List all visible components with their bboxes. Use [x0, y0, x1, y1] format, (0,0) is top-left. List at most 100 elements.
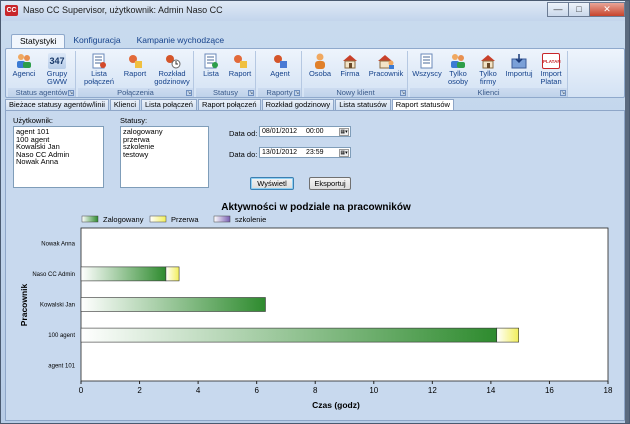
lista-statusow-label: Lista [203, 69, 219, 78]
platan-icon: PLATAN [542, 53, 561, 69]
tylko-osoby-label: Tylko osoby [447, 69, 468, 86]
raport-polaczen-button[interactable]: Raport [120, 53, 150, 78]
doc-tab-lista-polaczen[interactable]: Lista połączeń [140, 99, 197, 110]
doc-tab-raport-polaczen[interactable]: Raport połączeń [197, 99, 261, 110]
launcher-icon[interactable]: ↘ [248, 90, 254, 96]
x-tick-label: 16 [545, 386, 554, 395]
window-title: Naso CC Supervisor, użytkownik: Admin Na… [23, 5, 223, 15]
list-icon [92, 53, 106, 69]
x-tick-label: 2 [137, 386, 142, 395]
report-icon [234, 55, 247, 68]
doc-tab-biezace-statusy[interactable]: Bieżace statusy agentów/linii [5, 99, 109, 110]
raport-polaczen-label: Raport [123, 69, 147, 78]
y-tick-label: Nowak Anna [41, 241, 75, 247]
import-platan-label: Import Platan [540, 69, 562, 86]
minimize-button[interactable]: — [547, 2, 569, 17]
doc-tab-lista-statusow[interactable]: Lista statusów [335, 99, 391, 110]
people-icon [451, 54, 465, 68]
bar-zalogowany-2 [80, 297, 266, 312]
chart-legend: Zalogowany Przerwa szkolenie [81, 215, 266, 224]
firma-label: Firma [340, 69, 360, 78]
people-icon [17, 54, 31, 68]
document-tabs: Bieżace statusy agentów/linii Klienci Li… [5, 99, 455, 110]
launcher-icon[interactable]: ↘ [294, 90, 300, 96]
legend-swatch-zalogowany [81, 215, 99, 223]
group-polaczenia: Lista połączeń Raport Rozkład godzinowy … [78, 51, 194, 97]
title-bar[interactable]: CC Naso CC Supervisor, użytkownik: Admin… [1, 1, 629, 21]
y-tick-label: 100 agent [48, 333, 75, 339]
close-button[interactable]: ✕ [589, 2, 625, 17]
ribbon-tab-konfiguracja[interactable]: Konfiguracja [65, 34, 128, 48]
legend-label-przerwa: Przerwa [171, 215, 199, 224]
legend-swatch-przerwa [149, 215, 167, 223]
doc-tab-klienci[interactable]: Klienci [109, 99, 140, 110]
y-tick-label: Kowalski Jan [40, 303, 75, 309]
x-tick-label: 8 [313, 386, 318, 395]
y-tick-label: agent 101 [48, 364, 75, 370]
y-axis-label: Pracownik [19, 283, 29, 326]
agent-report-icon [274, 55, 287, 68]
agenci-button[interactable]: Agenci [10, 53, 38, 78]
group-statusy: Lista Raport Statusy ↘ [196, 51, 256, 97]
nowa-osoba-button[interactable]: Osoba [306, 53, 334, 78]
bar-zalogowany-3 [80, 327, 498, 343]
import-icon [511, 54, 527, 69]
wszyscy-button[interactable]: Wszyscy [412, 53, 442, 78]
app-icon: CC [5, 5, 18, 16]
legend-swatch-szkolenie [213, 215, 231, 223]
ribbon-tab-kampanie[interactable]: Kampanie wychodzące [129, 34, 232, 48]
tylko-firmy-button[interactable]: Tylko firmy [474, 53, 502, 86]
tylko-osoby-button[interactable]: Tylko osoby [444, 53, 472, 86]
activity-chart: Aktywności w podziale na pracowników Zal… [19, 202, 613, 410]
grupy-gww-label: Grupy GWW [46, 69, 68, 86]
nowy-pracownik-button[interactable]: Pracownik [366, 53, 406, 78]
list-icon [204, 53, 218, 69]
nowa-firma-button[interactable]: Firma [336, 53, 364, 78]
doc-tab-rozklad-godzinowy[interactable]: Rozkład godzinowy [261, 99, 335, 110]
lista-polaczen-button[interactable]: Lista połączeń [80, 53, 118, 86]
group-raporty: Agent Raporty ↘ [258, 51, 302, 97]
launcher-icon[interactable]: ↘ [68, 90, 74, 96]
importuj-label: Importuj [505, 69, 533, 78]
list-icon [420, 53, 433, 69]
rozklad-godzinowy-label: Rozkład godzinowy [154, 69, 190, 86]
hourly-report-icon [166, 55, 181, 69]
raport-statusow-button[interactable]: Raport [226, 53, 254, 78]
agenci-label: Agenci [12, 69, 36, 78]
group-nowy-klient: Osoba Firma Pracownik Nowy klient ↘ [304, 51, 408, 97]
rozklad-godzinowy-button[interactable]: Rozkład godzinowy [152, 53, 192, 86]
chart-title: Aktywności w podziale na pracowników [221, 202, 411, 213]
x-tick-label: 12 [428, 386, 437, 395]
report-panel: Użytkownik: agent 101 100 agent Kowalski… [5, 110, 625, 421]
group-label-status-agentow: Status agentów [8, 88, 75, 97]
x-tick-label: 0 [79, 386, 84, 395]
group-status-agentow: Agenci 347 Grupy GWW Status agentów ↘ [8, 51, 76, 97]
legend-label-zalogowany: Zalogowany [103, 215, 144, 224]
ribbon-tab-statystyki[interactable]: Statystyki [11, 34, 66, 48]
group-label-klienci: Klienci [410, 88, 567, 97]
app-window: CC Naso CC Supervisor, użytkownik: Admin… [0, 0, 630, 424]
house-person-icon [378, 55, 394, 69]
grupy-gww-button[interactable]: 347 Grupy GWW [40, 53, 74, 86]
group-klienci: Wszyscy Tylko osoby Tylko firmy Importuj… [410, 51, 568, 97]
ribbon: Agenci 347 Grupy GWW Status agentów ↘ Li… [5, 48, 625, 98]
house-icon [481, 55, 495, 69]
ribbon-tabs: Statystyki Konfiguracja Kampanie wychodz… [11, 34, 232, 48]
launcher-icon[interactable]: ↘ [186, 90, 192, 96]
doc-tab-raport-statusow[interactable]: Raport statusów [391, 99, 454, 110]
launcher-icon[interactable]: ↘ [400, 90, 406, 96]
import-platan-button[interactable]: PLATAN Import Platan [536, 53, 566, 86]
x-tick-label: 18 [604, 386, 613, 395]
group-label-nowy-klient: Nowy klient [304, 88, 407, 97]
x-tick-label: 14 [486, 386, 495, 395]
importuj-button[interactable]: Importuj [504, 53, 534, 78]
agent-report-label: Agent [270, 69, 290, 78]
lista-statusow-button[interactable]: Lista [198, 53, 224, 78]
x-tick-label: 10 [369, 386, 378, 395]
raport-statusow-label: Raport [228, 69, 252, 78]
maximize-button[interactable]: □ [568, 2, 590, 17]
bar-przerwa-1 [165, 266, 180, 282]
legend-label-szkolenie: szkolenie [235, 215, 266, 224]
agent-report-button[interactable]: Agent [262, 53, 298, 78]
launcher-icon[interactable]: ↘ [560, 90, 566, 96]
